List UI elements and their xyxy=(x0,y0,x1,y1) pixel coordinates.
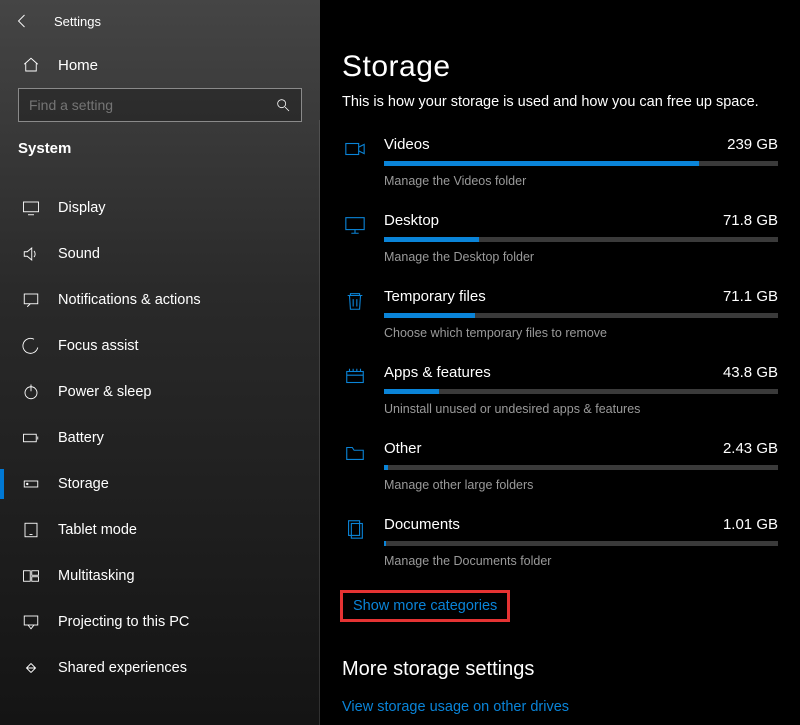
link-other-drives[interactable]: View storage usage on other drives xyxy=(342,699,778,715)
nav-label: Battery xyxy=(58,430,104,446)
category-videos[interactable]: Videos 239 GB Manage the Videos folder xyxy=(342,136,778,188)
notifications-icon xyxy=(22,291,40,309)
sidebar-divider xyxy=(319,120,320,725)
titlebar: Settings xyxy=(0,0,320,42)
category-documents[interactable]: Documents 1.01 GB Manage the Documents fo… xyxy=(342,516,778,568)
usage-bar xyxy=(384,313,778,318)
category-size: 2.43 GB xyxy=(723,440,778,457)
trash-icon xyxy=(342,288,368,340)
home-icon xyxy=(22,56,40,74)
usage-bar xyxy=(384,237,778,242)
page-title: Storage xyxy=(342,50,778,84)
nav-label: Power & sleep xyxy=(58,384,152,400)
more-storage-heading: More storage settings xyxy=(342,658,778,681)
documents-icon xyxy=(342,516,368,568)
category-name: Apps & features xyxy=(384,364,491,381)
nav-battery[interactable]: Battery xyxy=(0,415,320,461)
category-size: 43.8 GB xyxy=(723,364,778,381)
nav-label: Tablet mode xyxy=(58,522,137,538)
category-desc: Manage the Desktop folder xyxy=(384,250,778,264)
category-desktop[interactable]: Desktop 71.8 GB Manage the Desktop folder xyxy=(342,212,778,264)
show-more-categories-link[interactable]: Show more categories xyxy=(340,590,510,622)
nav-notifications[interactable]: Notifications & actions xyxy=(0,277,320,323)
page-subtitle: This is how your storage is used and how… xyxy=(342,94,778,110)
usage-bar xyxy=(384,541,778,546)
usage-bar xyxy=(384,161,778,166)
projecting-icon xyxy=(22,613,40,631)
search-field[interactable] xyxy=(29,97,275,113)
nav-display[interactable]: Display xyxy=(0,185,320,231)
category-size: 239 GB xyxy=(727,136,778,153)
section-heading: System xyxy=(0,136,320,167)
multitasking-icon xyxy=(22,567,40,585)
search-input[interactable] xyxy=(18,88,302,122)
nav-label: Storage xyxy=(58,476,109,492)
tablet-icon xyxy=(22,521,40,539)
nav-shared-experiences[interactable]: Shared experiences xyxy=(0,645,320,691)
nav-label: Multitasking xyxy=(58,568,135,584)
videos-icon xyxy=(342,136,368,188)
focus-icon xyxy=(22,337,40,355)
nav-label: Shared experiences xyxy=(58,660,187,676)
nav-storage[interactable]: Storage xyxy=(0,461,320,507)
category-size: 1.01 GB xyxy=(723,516,778,533)
category-desc: Manage the Documents folder xyxy=(384,554,778,568)
category-desc: Manage other large folders xyxy=(384,478,778,492)
nav-projecting[interactable]: Projecting to this PC xyxy=(0,599,320,645)
usage-bar xyxy=(384,465,778,470)
main-pane: Storage This is how your storage is used… xyxy=(320,0,800,725)
nav-list: Display Sound Notifications & actions Fo… xyxy=(0,185,320,691)
category-size: 71.8 GB xyxy=(723,212,778,229)
home-button[interactable]: Home xyxy=(0,42,320,88)
nav-power-sleep[interactable]: Power & sleep xyxy=(0,369,320,415)
nav-label: Sound xyxy=(58,246,100,262)
category-other[interactable]: Other 2.43 GB Manage other large folders xyxy=(342,440,778,492)
storage-icon xyxy=(22,475,40,493)
nav-focus-assist[interactable]: Focus assist xyxy=(0,323,320,369)
home-label: Home xyxy=(58,57,98,74)
category-name: Desktop xyxy=(384,212,439,229)
window-title: Settings xyxy=(54,14,101,29)
category-name: Videos xyxy=(384,136,430,153)
nav-label: Focus assist xyxy=(58,338,139,354)
category-desc: Choose which temporary files to remove xyxy=(384,326,778,340)
back-icon[interactable] xyxy=(14,12,32,30)
sound-icon xyxy=(22,245,40,263)
display-icon xyxy=(22,199,40,217)
storage-category-list: Videos 239 GB Manage the Videos folder De… xyxy=(342,136,778,568)
category-name: Other xyxy=(384,440,422,457)
nav-label: Projecting to this PC xyxy=(58,614,189,630)
category-desc: Uninstall unused or undesired apps & fea… xyxy=(384,402,778,416)
battery-icon xyxy=(22,429,40,447)
nav-label: Notifications & actions xyxy=(58,292,201,308)
nav-tablet-mode[interactable]: Tablet mode xyxy=(0,507,320,553)
nav-sound[interactable]: Sound xyxy=(0,231,320,277)
nav-multitasking[interactable]: Multitasking xyxy=(0,553,320,599)
category-name: Temporary files xyxy=(384,288,486,305)
category-size: 71.1 GB xyxy=(723,288,778,305)
sidebar: Settings Home System Display xyxy=(0,0,320,725)
nav-label: Display xyxy=(58,200,106,216)
category-name: Documents xyxy=(384,516,460,533)
category-desc: Manage the Videos folder xyxy=(384,174,778,188)
shared-icon xyxy=(22,659,40,677)
power-icon xyxy=(22,383,40,401)
usage-bar xyxy=(384,389,778,394)
folder-icon xyxy=(342,440,368,492)
category-temporary[interactable]: Temporary files 71.1 GB Choose which temp… xyxy=(342,288,778,340)
desktop-icon xyxy=(342,212,368,264)
category-apps[interactable]: Apps & features 43.8 GB Uninstall unused … xyxy=(342,364,778,416)
apps-icon xyxy=(342,364,368,416)
search-icon xyxy=(275,97,291,113)
